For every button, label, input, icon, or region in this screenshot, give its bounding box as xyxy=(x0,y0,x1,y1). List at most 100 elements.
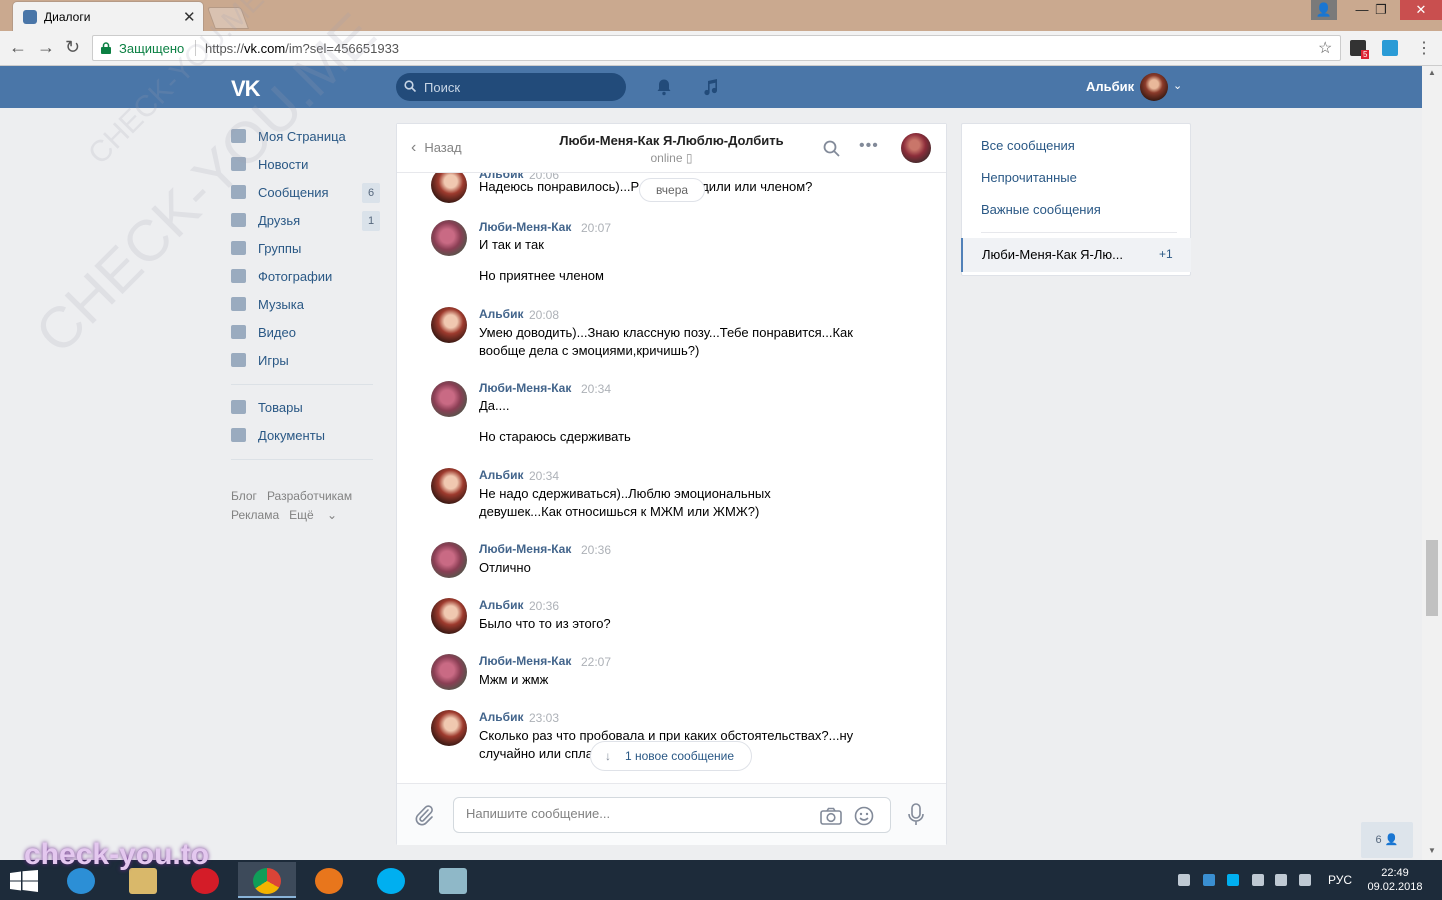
sidebar-item-groups[interactable]: Группы xyxy=(231,235,381,263)
windows-start-icon[interactable] xyxy=(10,870,38,892)
notifications-bell-icon[interactable] xyxy=(655,78,673,96)
forward-arrow-icon[interactable]: → xyxy=(37,37,55,58)
goods-icon xyxy=(231,400,246,414)
filter-all-messages[interactable]: Все сообщения xyxy=(981,138,1075,153)
message-text: Было что то из этого? xyxy=(479,616,611,631)
message-author[interactable]: Люби-Меня-Как xyxy=(479,542,571,556)
avatar[interactable] xyxy=(431,220,467,256)
message-time: 20:36 xyxy=(581,543,612,557)
panel-divider xyxy=(981,232,1177,233)
message-author[interactable]: Люби-Меня-Как xyxy=(479,381,571,395)
footer-link-more[interactable]: Ещё ⌄ xyxy=(289,508,337,522)
scrollbar-thumb[interactable] xyxy=(1426,540,1438,616)
avatar[interactable] xyxy=(431,598,467,634)
chevron-down-icon[interactable]: ⌄ xyxy=(1173,79,1182,92)
vpn-extension-icon[interactable] xyxy=(1382,40,1398,56)
avatar[interactable] xyxy=(431,654,467,690)
profile-icon[interactable]: 👤 xyxy=(1311,0,1337,20)
close-window-button[interactable]: ✕ xyxy=(1400,0,1442,20)
chrome-menu-icon[interactable]: ⋮ xyxy=(1416,38,1432,58)
sidebar-item-goods[interactable]: Товары xyxy=(231,394,381,422)
message-text: Умею доводить)...Знаю классную позу...Те… xyxy=(479,325,853,358)
input-language[interactable]: РУС xyxy=(1328,873,1352,887)
online-friends-counter[interactable]: 6 👤 xyxy=(1361,822,1413,858)
sidebar-item-label: Моя Страница xyxy=(258,129,346,144)
message-time: 22:07 xyxy=(581,655,612,669)
message-author[interactable]: Альбик xyxy=(479,468,523,482)
message-author[interactable]: Альбик xyxy=(479,710,523,724)
avatar[interactable] xyxy=(431,381,467,417)
sidebar-item-video[interactable]: Видео xyxy=(231,319,381,347)
games-icon xyxy=(231,353,246,367)
active-dialog-count: +1 xyxy=(1159,247,1173,261)
music-player-icon[interactable] xyxy=(701,78,719,96)
search-icon[interactable] xyxy=(823,140,840,157)
header-user-name[interactable]: Альбик xyxy=(1086,79,1134,94)
url-text[interactable]: https://vk.com/im?sel=456651933 xyxy=(205,41,399,56)
filter-unread[interactable]: Непрочитанные xyxy=(981,170,1077,185)
message-author[interactable]: Альбик xyxy=(479,598,523,612)
conversation-avatar[interactable] xyxy=(901,133,931,163)
avatar[interactable] xyxy=(431,542,467,578)
tray-volume-icon[interactable] xyxy=(1299,874,1311,886)
taskbar-firefox[interactable] xyxy=(300,862,358,898)
back-arrow-icon[interactable]: ← xyxy=(9,37,27,58)
tray-vpn-icon[interactable] xyxy=(1203,874,1215,886)
page-scrollbar[interactable]: ▲ ▼ xyxy=(1422,66,1442,860)
footer-link-blog[interactable]: Блог xyxy=(231,489,257,503)
taskbar-skype[interactable] xyxy=(362,862,420,898)
microphone-icon[interactable] xyxy=(908,803,924,827)
sidebar-item-music[interactable]: Музыка xyxy=(231,291,381,319)
message-input[interactable] xyxy=(466,806,806,821)
more-actions-icon[interactable]: ••• xyxy=(859,137,879,155)
sidebar-item-games[interactable]: Игры xyxy=(231,347,381,375)
bookmark-star-icon[interactable]: ☆ xyxy=(1318,38,1332,58)
browser-tab-dialogs[interactable]: Диалоги ✕ xyxy=(12,1,204,32)
sidebar-item-label: Документы xyxy=(258,428,326,443)
message-author[interactable]: Люби-Меня-Как xyxy=(479,654,571,668)
footer-link-developers[interactable]: Разработчикам xyxy=(267,489,352,503)
search-input[interactable] xyxy=(424,78,614,96)
message-author[interactable]: Люби-Меня-Как xyxy=(479,220,571,234)
tray-network-icon[interactable] xyxy=(1178,874,1190,886)
tray-security-icon[interactable] xyxy=(1252,874,1264,886)
new-message-button[interactable]: ↓ 1 новое сообщение xyxy=(590,741,752,771)
message-author[interactable]: Альбик xyxy=(479,307,523,321)
taskbar-app[interactable] xyxy=(424,862,482,898)
tray-skype-icon[interactable] xyxy=(1227,874,1239,886)
sidebar-item-documents[interactable]: Документы xyxy=(231,422,381,450)
sidebar-item-photos[interactable]: Фотографии xyxy=(231,263,381,291)
avatar[interactable] xyxy=(431,307,467,343)
groups-icon xyxy=(231,241,246,255)
footer-link-ads[interactable]: Реклама xyxy=(231,508,279,522)
filter-important[interactable]: Важные сообщения xyxy=(981,202,1101,217)
active-dialog-item[interactable]: Люби-Меня-Как Я-Лю... +1 xyxy=(961,238,1191,272)
avatar[interactable] xyxy=(431,468,467,504)
avatar[interactable] xyxy=(431,173,467,203)
search-box[interactable] xyxy=(396,73,626,101)
tray-wifi-icon[interactable] xyxy=(1275,874,1287,886)
reload-icon[interactable]: ↻ xyxy=(65,37,80,58)
video-icon xyxy=(231,325,246,339)
vk-logo[interactable]: VK xyxy=(231,76,261,102)
sidebar-item-news[interactable]: Новости xyxy=(231,151,381,179)
system-clock[interactable]: 22:49 09.02.2018 xyxy=(1367,866,1423,894)
taskbar-chrome[interactable] xyxy=(238,862,296,898)
sidebar-item-friends[interactable]: Друзья 1 xyxy=(231,207,381,235)
home-icon xyxy=(231,129,246,143)
paperclip-icon[interactable] xyxy=(414,804,434,826)
new-tab-button[interactable] xyxy=(206,7,250,29)
message-history[interactable]: вчера Альбик 20:06 Надеюсь понравилось).… xyxy=(397,173,946,783)
scroll-up-arrow-icon[interactable]: ▲ xyxy=(1428,68,1436,77)
message-input-box[interactable] xyxy=(453,797,891,833)
maximize-button[interactable]: ❐ xyxy=(1367,0,1395,20)
sidebar-item-my-page[interactable]: Моя Страница xyxy=(231,123,381,151)
sidebar-item-messages[interactable]: Сообщения 6 xyxy=(231,179,381,207)
avatar[interactable] xyxy=(431,710,467,746)
camera-icon[interactable] xyxy=(820,807,842,825)
tab-close-icon[interactable]: ✕ xyxy=(183,8,196,26)
scroll-down-arrow-icon[interactable]: ▼ xyxy=(1428,846,1436,855)
header-user-avatar[interactable] xyxy=(1140,73,1168,101)
address-bar[interactable]: Защищено https://vk.com/im?sel=456651933… xyxy=(92,35,1341,61)
emoji-icon[interactable] xyxy=(854,806,874,826)
